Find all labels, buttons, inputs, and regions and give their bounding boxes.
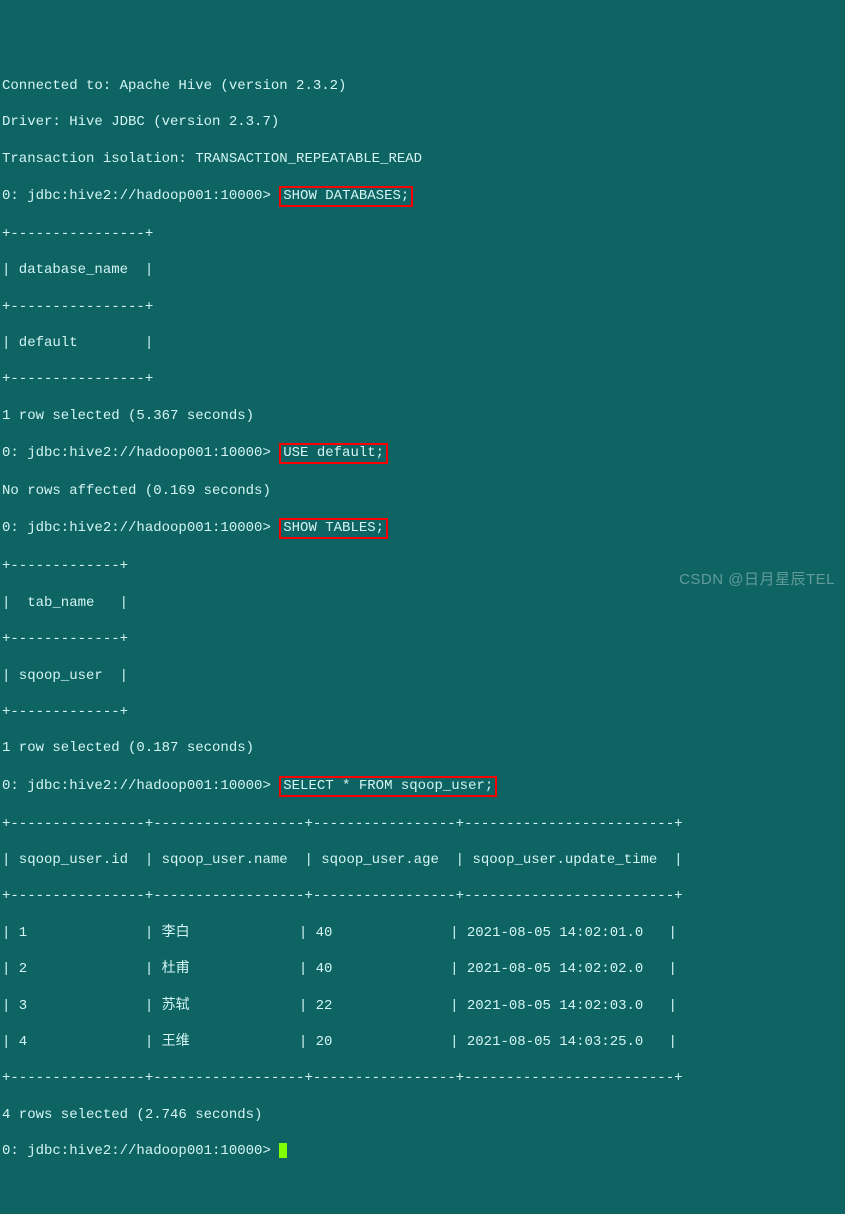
- sqoop-border-bot: +----------------+------------------+---…: [2, 1069, 843, 1087]
- prompt-line-select[interactable]: 0: jdbc:hive2://hadoop001:10000> SELECT …: [2, 776, 843, 797]
- tab-result: 1 row selected (0.187 seconds): [2, 739, 843, 757]
- table-row: | 3 | 苏轼 | 22 | 2021-08-05 14:02:03.0 |: [2, 997, 843, 1015]
- prompt-line-show-tables[interactable]: 0: jdbc:hive2://hadoop001:10000> SHOW TA…: [2, 518, 843, 539]
- table-row: | 2 | 杜甫 | 40 | 2021-08-05 14:02:02.0 |: [2, 960, 843, 978]
- tab-border-mid: +-------------+: [2, 630, 843, 648]
- db-result: 1 row selected (5.367 seconds): [2, 407, 843, 425]
- tab-border-bot: +-------------+: [2, 703, 843, 721]
- command-show-databases: SHOW DATABASES;: [279, 186, 413, 207]
- db-border-top: +----------------+: [2, 225, 843, 243]
- table-row: | 4 | 王维 | 20 | 2021-08-05 14:03:25.0 |: [2, 1033, 843, 1051]
- driver-line: Driver: Hive JDBC (version 2.3.7): [2, 113, 843, 131]
- prompt-text: 0: jdbc:hive2://hadoop001:10000>: [2, 188, 279, 204]
- sqoop-header: | sqoop_user.id | sqoop_user.name | sqoo…: [2, 851, 843, 869]
- prompt-text: 0: jdbc:hive2://hadoop001:10000>: [2, 778, 279, 794]
- db-row: | default |: [2, 334, 843, 352]
- prompt-line-cursor[interactable]: 0: jdbc:hive2://hadoop001:10000>: [2, 1142, 843, 1160]
- tab-row: | sqoop_user |: [2, 667, 843, 685]
- sqoop-border-top: +----------------+------------------+---…: [2, 815, 843, 833]
- cursor-icon: [279, 1143, 287, 1158]
- prompt-text: 0: jdbc:hive2://hadoop001:10000>: [2, 520, 279, 536]
- sqoop-border-mid: +----------------+------------------+---…: [2, 887, 843, 905]
- prompt-line-show-databases[interactable]: 0: jdbc:hive2://hadoop001:10000> SHOW DA…: [2, 186, 843, 207]
- prompt-line-use[interactable]: 0: jdbc:hive2://hadoop001:10000> USE def…: [2, 443, 843, 464]
- db-border-mid: +----------------+: [2, 298, 843, 316]
- db-header: | database_name |: [2, 261, 843, 279]
- command-show-tables: SHOW TABLES;: [279, 518, 388, 539]
- watermark-text: CSDN @日月星辰TEL: [679, 570, 835, 590]
- tab-header: | tab_name |: [2, 594, 843, 612]
- connected-line: Connected to: Apache Hive (version 2.3.2…: [2, 77, 843, 95]
- prompt-text: 0: jdbc:hive2://hadoop001:10000>: [2, 445, 279, 461]
- isolation-line: Transaction isolation: TRANSACTION_REPEA…: [2, 150, 843, 168]
- use-result: No rows affected (0.169 seconds): [2, 482, 843, 500]
- table-row: | 1 | 李白 | 40 | 2021-08-05 14:02:01.0 |: [2, 924, 843, 942]
- command-select-sqoop: SELECT * FROM sqoop_user;: [279, 776, 497, 797]
- db-border-bot: +----------------+: [2, 370, 843, 388]
- sqoop-result: 4 rows selected (2.746 seconds): [2, 1106, 843, 1124]
- prompt-text: 0: jdbc:hive2://hadoop001:10000>: [2, 1143, 279, 1159]
- command-use-default: USE default;: [279, 443, 388, 464]
